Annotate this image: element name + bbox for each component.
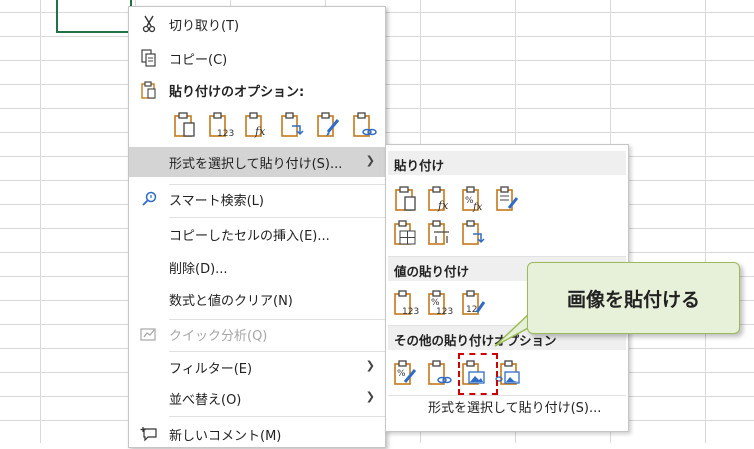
copy-icon bbox=[129, 49, 169, 67]
menu-label: 形式を選択して貼り付け(S)... bbox=[169, 156, 343, 172]
paste-values-123-icon[interactable]: 123 bbox=[392, 289, 420, 317]
menu-item-smart-lookup[interactable]: スマート検索(L) bbox=[129, 184, 385, 214]
svg-text:123: 123 bbox=[402, 307, 419, 316]
submenu-other-row: % bbox=[392, 359, 522, 387]
menu-item-paste-special[interactable]: 形式を選択して貼り付け(S)... ❯ bbox=[129, 147, 385, 177]
menu-separator bbox=[169, 217, 385, 218]
menu-item-quick-analysis[interactable]: クイック分析(Q) bbox=[129, 319, 385, 349]
callout-text: 画像を貼付ける bbox=[566, 288, 700, 311]
paste-values-source-format-icon[interactable]: 12 bbox=[460, 289, 488, 317]
menu-item-copy[interactable]: コピー(C) bbox=[129, 43, 385, 73]
new-comment-icon bbox=[129, 426, 169, 442]
submenu-header-values: 値の貼り付け bbox=[394, 264, 470, 279]
menu-label: 貼り付けのオプション: bbox=[169, 84, 305, 100]
menu-label: 削除(D)... bbox=[169, 261, 228, 277]
clipboard-icon bbox=[129, 81, 169, 99]
menu-label: 並べ替え(O) bbox=[169, 392, 242, 408]
chevron-right-icon: ❯ bbox=[365, 154, 375, 167]
svg-text:fx: fx bbox=[472, 202, 483, 212]
menu-label: コピー(C) bbox=[169, 52, 228, 68]
picture-paste-highlight bbox=[458, 353, 498, 395]
paste-icon[interactable] bbox=[171, 111, 199, 139]
menu-item-new-comment[interactable]: 新しいコメント(M) bbox=[129, 419, 385, 449]
menu-label: 新しいコメント(M) bbox=[169, 428, 282, 444]
paste-formulas-number-format-icon[interactable]: % fx bbox=[460, 185, 488, 213]
paste-transpose-icon[interactable] bbox=[279, 111, 307, 139]
menu-item-cut[interactable]: 切り取り(T) bbox=[129, 9, 385, 39]
quick-analysis-icon bbox=[129, 326, 169, 342]
paste-formatting-icon[interactable] bbox=[315, 111, 343, 139]
paste-values-123-icon[interactable]: 123 bbox=[207, 111, 235, 139]
paste-no-borders-icon[interactable] bbox=[392, 219, 420, 247]
svg-text:%: % bbox=[397, 369, 406, 379]
paste-formulas-fx-icon[interactable]: fx bbox=[426, 185, 454, 213]
callout-note: 画像を貼付ける bbox=[527, 262, 740, 334]
paste-icon[interactable] bbox=[392, 185, 420, 213]
paste-linked-picture-icon[interactable] bbox=[494, 359, 522, 387]
menu-item-insert-copied-cells[interactable]: コピーしたセルの挿入(E)... bbox=[129, 219, 385, 249]
menu-label: コピーしたセルの挿入(E)... bbox=[169, 228, 330, 244]
submenu-paste-row bbox=[392, 219, 488, 247]
search-icon bbox=[129, 191, 169, 207]
submenu-header-paste: 貼り付け bbox=[394, 158, 445, 173]
active-cell[interactable] bbox=[56, 0, 132, 33]
paste-formatting-icon[interactable]: % bbox=[392, 359, 420, 387]
menu-label: フィルター(E) bbox=[169, 361, 253, 377]
paste-transpose-icon[interactable] bbox=[460, 219, 488, 247]
svg-text:fx: fx bbox=[254, 125, 266, 138]
svg-text:123: 123 bbox=[217, 129, 234, 138]
scissors-icon bbox=[129, 15, 169, 33]
svg-text:123: 123 bbox=[436, 307, 453, 316]
menu-item-clear-contents[interactable]: 数式と値のクリア(N) bbox=[129, 284, 385, 314]
paste-link-icon[interactable] bbox=[351, 111, 379, 139]
menu-item-sort[interactable]: 並べ替え(O) ❯ bbox=[129, 383, 385, 413]
paste-keep-column-widths-icon[interactable] bbox=[426, 219, 454, 247]
svg-text:12: 12 bbox=[466, 305, 477, 315]
paste-options-header: 貼り付けのオプション: bbox=[129, 75, 385, 105]
submenu-paste-special-link[interactable]: 形式を選択して貼り付け(S)... bbox=[428, 397, 601, 416]
paste-keep-source-format-icon[interactable] bbox=[494, 185, 522, 213]
menu-label: クイック分析(Q) bbox=[169, 328, 268, 344]
submenu-paste-row: fx % fx bbox=[392, 185, 522, 213]
menu-label: 数式と値のクリア(N) bbox=[169, 293, 293, 309]
paste-options-row: 123 fx bbox=[171, 111, 379, 139]
menu-label: 切り取り(T) bbox=[169, 18, 240, 34]
menu-item-filter[interactable]: フィルター(E) ❯ bbox=[129, 352, 385, 382]
menu-item-delete[interactable]: 削除(D)... bbox=[129, 252, 385, 282]
chevron-right-icon: ❯ bbox=[365, 390, 375, 403]
paste-formulas-fx-icon[interactable]: fx bbox=[243, 111, 271, 139]
menu-separator bbox=[169, 416, 385, 417]
chevron-right-icon: ❯ bbox=[365, 359, 375, 372]
paste-values-number-format-icon[interactable]: % 123 bbox=[426, 289, 454, 317]
paste-link-icon[interactable] bbox=[426, 359, 454, 387]
menu-label: スマート検索(L) bbox=[169, 193, 264, 209]
context-menu: 切り取り(T) コピー(C) 貼り付けのオプション: 123 fx 形式を選択し… bbox=[128, 6, 386, 448]
svg-text:fx: fx bbox=[437, 199, 449, 212]
submenu-values-row: 123 % 123 12 bbox=[392, 289, 488, 317]
